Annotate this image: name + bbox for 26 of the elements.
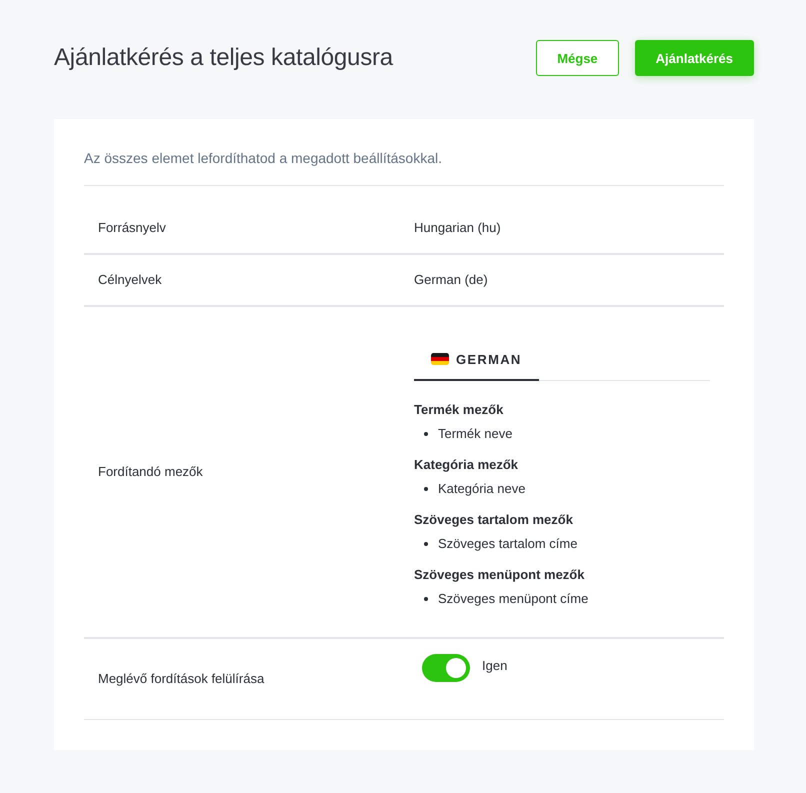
list-item: Szöveges tartalom címe (438, 535, 578, 553)
flag-icon (431, 353, 449, 365)
language-tab[interactable]: GERMAN (414, 339, 539, 381)
bullet-icon (424, 487, 428, 491)
field-label: Célnyelvek (97, 271, 163, 289)
page-title: Ajánlatkérés a teljes katalógusra (54, 44, 393, 72)
group-heading: Szöveges tartalom mezők (414, 511, 574, 529)
list-item: Kategória neve (438, 480, 526, 498)
bullet-icon (424, 597, 428, 601)
group-heading: Szöveges menüpont mezők (414, 566, 586, 584)
list-item: Szöveges menüpont címe (438, 590, 588, 608)
field-value: Hungarian (hu) (414, 219, 501, 237)
group-heading: Termék mezők (414, 401, 504, 419)
request-button[interactable]: Ajánlatkérés (634, 40, 754, 76)
field-label: Meglévő fordítások felülírása (97, 670, 266, 688)
group-heading: Kategória mezők (414, 456, 520, 474)
cancel-button[interactable]: Mégse (536, 40, 619, 76)
bullet-icon (424, 542, 428, 546)
field-label: Fordítandó mezők (97, 463, 204, 481)
card-description: Az összes elemet lefordíthatod a megadott beállításokkal. (84, 119, 724, 186)
field-label: Forrásnyelv (97, 219, 167, 237)
toggle-label: Igen (482, 657, 508, 675)
field-value: German (de) (414, 271, 488, 289)
bullet-icon (424, 432, 428, 436)
toggle-switch[interactable] (422, 654, 470, 682)
list-item: Termék neve (438, 425, 512, 443)
